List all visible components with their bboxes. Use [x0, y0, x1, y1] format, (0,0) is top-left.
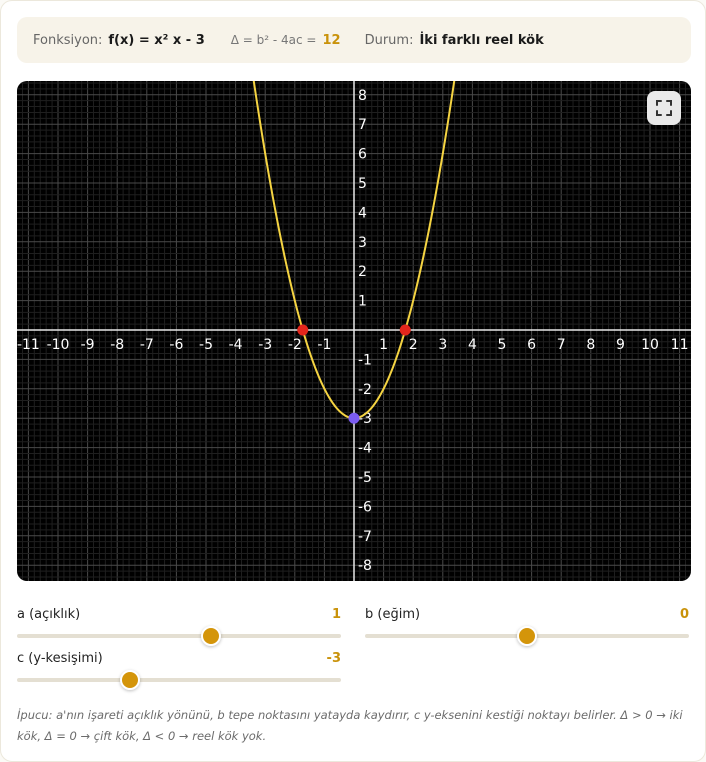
- slider-b-label: b (eğim): [365, 607, 421, 622]
- delta-value: 12: [322, 32, 341, 48]
- slider-b-track[interactable]: [365, 626, 689, 646]
- delta-label: Δ = b² - 4ac =: [230, 33, 317, 47]
- y-tick-label: -8: [358, 558, 372, 574]
- x-tick-label: -3: [258, 337, 272, 353]
- x-tick-label: 5: [498, 337, 507, 353]
- x-tick-label: -6: [169, 337, 183, 353]
- x-tick-label: 7: [557, 337, 566, 353]
- y-tick-label: -5: [358, 470, 372, 486]
- grapher-card: Fonksiyon: f(x) = x² x - 3 Δ = b² - 4ac …: [0, 0, 706, 762]
- function-label: Fonksiyon:: [33, 32, 103, 48]
- x-tick-label: 4: [468, 337, 477, 353]
- fullscreen-icon: [656, 100, 672, 116]
- x-tick-label: 11: [671, 337, 689, 353]
- fullscreen-button[interactable]: [647, 91, 681, 125]
- y-tick-label: 8: [358, 88, 367, 104]
- y-tick-label: 2: [358, 264, 367, 280]
- x-tick-label: -11: [17, 337, 40, 353]
- y-tick-label: 4: [358, 205, 367, 221]
- x-tick-label: -2: [288, 337, 302, 353]
- root-point: [399, 324, 411, 336]
- function-value: f(x) = x² x - 3: [108, 32, 205, 48]
- x-tick-label: 10: [641, 337, 659, 353]
- info-bar: Fonksiyon: f(x) = x² x - 3 Δ = b² - 4ac …: [17, 17, 691, 63]
- x-tick-label: 9: [616, 337, 625, 353]
- y-tick-label: -7: [358, 529, 372, 545]
- y-tick-label: -4: [358, 441, 372, 457]
- slider-c-label: c (y-kesişimi): [17, 651, 103, 666]
- graph-canvas[interactable]: -11 -10 -9 -8 -7 -6 -5 -4 -3 -2 -1 1 2 3 4 5 6 7 8 9 10 11876…: [17, 81, 691, 581]
- slider-a-value: 1: [331, 607, 341, 622]
- x-tick-label: -10: [47, 337, 70, 353]
- slider-a-track[interactable]: [17, 626, 341, 646]
- slider-c-value: -3: [326, 651, 341, 666]
- x-tick-label: 8: [586, 337, 595, 353]
- x-tick-label: 3: [438, 337, 447, 353]
- status-label: Durum:: [364, 32, 414, 48]
- y-tick-label: 6: [358, 147, 367, 163]
- x-tick-label: -9: [81, 337, 95, 353]
- y-tick-label: -1: [358, 352, 372, 368]
- x-tick-label: -7: [140, 337, 154, 353]
- slider-a-thumb[interactable]: [201, 626, 222, 646]
- slider-c: c (y-kesişimi) -3: [17, 651, 341, 690]
- slider-b: b (eğim) 0: [365, 607, 689, 646]
- y-tick-label: 1: [358, 294, 367, 310]
- slider-a: a (açıklık) 1: [17, 607, 341, 646]
- slider-b-thumb[interactable]: [517, 626, 537, 646]
- function-graph[interactable]: -11 -10 -9 -8 -7 -6 -5 -4 -3 -2 -1 1 2 3 4 5 6 7 8 9 10 11 8 7 6…: [17, 81, 691, 581]
- x-tick-label: -5: [199, 337, 213, 353]
- y-tick-label: 3: [358, 235, 367, 251]
- x-tick-label: 6: [527, 337, 536, 353]
- y-intercept-point: [348, 412, 360, 424]
- hint-text: İpucu: a'nın işareti açıklık yönünü, b t…: [17, 708, 683, 743]
- slider-c-track[interactable]: [17, 670, 341, 690]
- x-tick-label: 1: [379, 337, 388, 353]
- slider-a-label: a (açıklık): [17, 607, 81, 622]
- y-tick-label: 7: [358, 117, 367, 133]
- y-tick-label: -2: [358, 382, 372, 398]
- status-value: İki farklı reel kök: [419, 32, 544, 48]
- root-point: [297, 324, 309, 336]
- x-tick-label: 2: [409, 337, 418, 353]
- y-tick-label: -6: [358, 499, 372, 515]
- x-tick-label: -8: [110, 337, 124, 353]
- x-tick-label: -4: [229, 337, 243, 353]
- y-tick-label: 5: [358, 176, 367, 192]
- x-tick-label: -1: [317, 337, 331, 353]
- slider-c-thumb[interactable]: [120, 670, 141, 690]
- slider-b-value: 0: [679, 607, 689, 622]
